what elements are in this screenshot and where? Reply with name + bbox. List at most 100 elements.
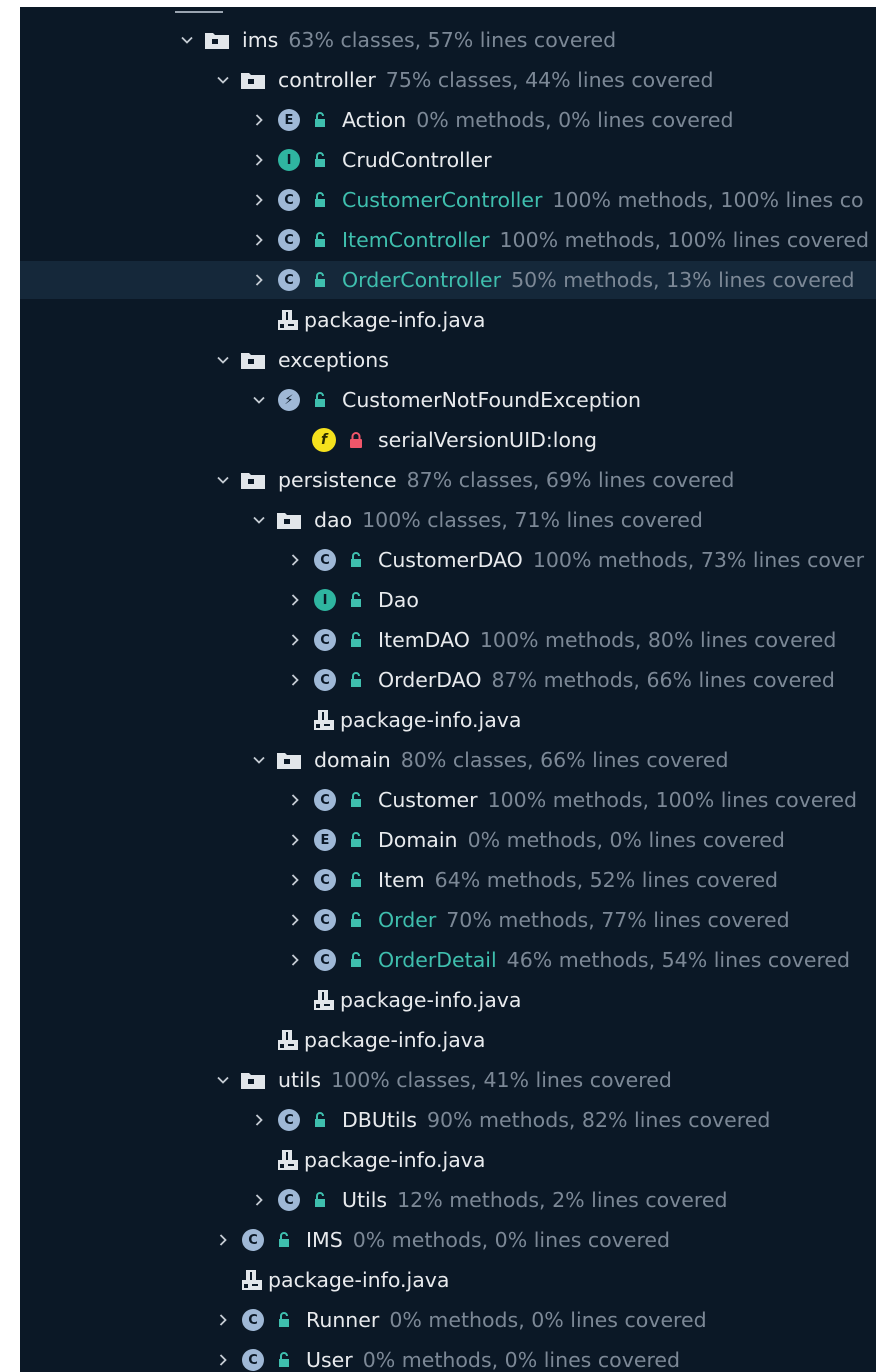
coverage-stats: 100% methods, 100% lines covered: [487, 788, 858, 812]
tree-row[interactable]: domain 80% classes, 66% lines covered: [20, 741, 876, 779]
tree-row[interactable]: C CustomerController 100% methods, 100% li…: [20, 181, 876, 219]
runnable-class-icon: C: [242, 1309, 264, 1331]
tree-row[interactable]: persistence 87% classes, 69% lines covere…: [20, 461, 876, 499]
tree-row[interactable]: C Utils 12% methods, 2% lines covered: [20, 1181, 876, 1219]
tree-row[interactable]: package-info.java: [20, 981, 876, 1019]
folder-icon: [240, 1070, 266, 1090]
tree-row[interactable]: package-info.java: [20, 1261, 876, 1299]
tree-node-label: OrderDAO: [378, 668, 482, 692]
exception-class-icon: ⚡: [278, 389, 300, 411]
chevron-down-icon[interactable]: [206, 461, 240, 499]
public-visibility-icon: [346, 910, 366, 930]
tree-row[interactable]: C OrderDAO 87% methods, 66% lines covered: [20, 661, 876, 699]
tree-row[interactable]: I Dao: [20, 581, 876, 619]
tree-row[interactable]: C ItemController 100% methods, 100% lines …: [20, 221, 876, 259]
chevron-right-icon[interactable]: [278, 621, 312, 659]
tree-row[interactable]: ⚡ CustomerNotFoundException: [20, 381, 876, 419]
public-visibility-icon: [310, 270, 330, 290]
chevron-right-icon[interactable]: [242, 181, 276, 219]
tree-row[interactable]: C DBUtils 90% methods, 82% lines covered: [20, 1101, 876, 1139]
chevron-right-icon[interactable]: [278, 541, 312, 579]
chevron-right-icon[interactable]: [242, 261, 276, 299]
coverage-stats: 90% methods, 82% lines covered: [426, 1108, 771, 1132]
tree-row[interactable]: controller 75% classes, 44% lines covered: [20, 61, 876, 99]
tree-node-label: Customer: [378, 788, 478, 812]
tree-node-label: serialVersionUID:long: [378, 428, 598, 452]
chevron-right-icon[interactable]: [278, 901, 312, 939]
tree-node-label: ItemDAO: [378, 628, 470, 652]
enum-icon: E: [278, 109, 300, 131]
coverage-stats: 100% methods, 100% lines co: [552, 188, 864, 212]
tree-row[interactable]: package-info.java: [20, 1021, 876, 1059]
tree-row[interactable]: C Item 64% methods, 52% lines covered: [20, 861, 876, 899]
tree-node-label: Dao: [378, 588, 419, 612]
chevron-right-icon[interactable]: [278, 941, 312, 979]
tree-row[interactable]: C User 0% methods, 0% lines covered: [20, 1341, 876, 1372]
tree-node-label: CustomerController: [342, 188, 543, 212]
chevron-right-icon[interactable]: [206, 1301, 240, 1339]
chevron-down-icon[interactable]: [206, 61, 240, 99]
chevron-down-icon[interactable]: [242, 741, 276, 779]
chevron-down-icon[interactable]: [170, 21, 204, 59]
tree-node-label: package-info.java: [268, 1268, 450, 1292]
chevron-right-icon[interactable]: [278, 661, 312, 699]
field-icon: f: [312, 428, 336, 452]
chevron-right-icon[interactable]: [206, 1341, 240, 1372]
tree-node-label: OrderDetail: [378, 948, 497, 972]
tree-row[interactable]: exceptions: [20, 341, 876, 379]
tree-row[interactable]: C ItemDAO 100% methods, 80% lines covered: [20, 621, 876, 659]
tree-row[interactable]: C Order 70% methods, 77% lines covered: [20, 901, 876, 939]
tree-row[interactable]: package-info.java: [20, 1141, 876, 1179]
chevron-down-icon[interactable]: [242, 501, 276, 539]
chevron-right-icon[interactable]: [242, 141, 276, 179]
chevron-right-icon[interactable]: [278, 581, 312, 619]
coverage-stats: 100% methods, 80% lines covered: [479, 628, 837, 652]
chevron-right-icon[interactable]: [278, 861, 312, 899]
tree-row[interactable]: I CrudController: [20, 141, 876, 179]
tree-node-label: Utils: [342, 1188, 388, 1212]
private-lock-icon: [346, 430, 366, 450]
tree-row[interactable]: E Domain 0% methods, 0% lines covered: [20, 821, 876, 859]
chevron-down-icon[interactable]: [242, 381, 276, 419]
tree-row[interactable]: C OrderDetail 46% methods, 54% lines cover…: [20, 941, 876, 979]
tree-row[interactable]: package-info.java: [20, 701, 876, 739]
tree-row[interactable]: f serialVersionUID:long: [20, 421, 876, 459]
tree-row[interactable]: C OrderController 50% methods, 13% lines c…: [20, 261, 876, 299]
chevron-right-icon[interactable]: [242, 1101, 276, 1139]
tree-row[interactable]: C Customer 100% methods, 100% lines covere…: [20, 781, 876, 819]
tree-row[interactable]: C IMS 0% methods, 0% lines covered: [20, 1221, 876, 1259]
coverage-stats: 0% methods, 0% lines covered: [362, 1348, 681, 1372]
chevron-right-icon[interactable]: [206, 1221, 240, 1259]
tree-row[interactable]: C Runner 0% methods, 0% lines covered: [20, 1301, 876, 1339]
tree-node-label: persistence: [278, 468, 397, 492]
class-icon: C: [278, 189, 300, 211]
coverage-stats: 100% classes, 41% lines covered: [331, 1068, 672, 1092]
tree-row[interactable]: E Action 0% methods, 0% lines covered: [20, 101, 876, 139]
chevron-right-icon[interactable]: [242, 101, 276, 139]
tree-row[interactable]: ims 63% classes, 57% lines covered: [20, 21, 876, 59]
chevron-right-icon[interactable]: [278, 821, 312, 859]
tree-node-label: OrderController: [342, 268, 502, 292]
tree-node-label: package-info.java: [304, 308, 486, 332]
tree-row[interactable]: package-info.java: [20, 301, 876, 339]
class-icon: C: [314, 949, 336, 971]
java-file-icon: [276, 308, 300, 332]
tree-node-label: Domain: [378, 828, 458, 852]
public-visibility-icon: [346, 950, 366, 970]
tree-row[interactable]: C CustomerDAO 100% methods, 73% lines cove…: [20, 541, 876, 579]
chevron-right-icon[interactable]: [278, 781, 312, 819]
chevron-right-icon[interactable]: [242, 1181, 276, 1219]
tree-row[interactable]: utils 100% classes, 41% lines covered: [20, 1061, 876, 1099]
tree-node-label: Action: [342, 108, 407, 132]
tree-node-label: domain: [314, 748, 391, 772]
public-visibility-icon: [310, 390, 330, 410]
class-icon: C: [314, 789, 336, 811]
tree-row[interactable]: dao 100% classes, 71% lines covered: [20, 501, 876, 539]
chevron-down-icon[interactable]: [206, 1061, 240, 1099]
tree-node-label: Item: [378, 868, 425, 892]
chevron-down-icon[interactable]: [206, 341, 240, 379]
chevron-right-icon[interactable]: [242, 221, 276, 259]
coverage-stats: 0% methods, 0% lines covered: [389, 1308, 707, 1332]
class-icon: C: [314, 909, 336, 931]
coverage-stats: 87% methods, 66% lines covered: [491, 668, 835, 692]
